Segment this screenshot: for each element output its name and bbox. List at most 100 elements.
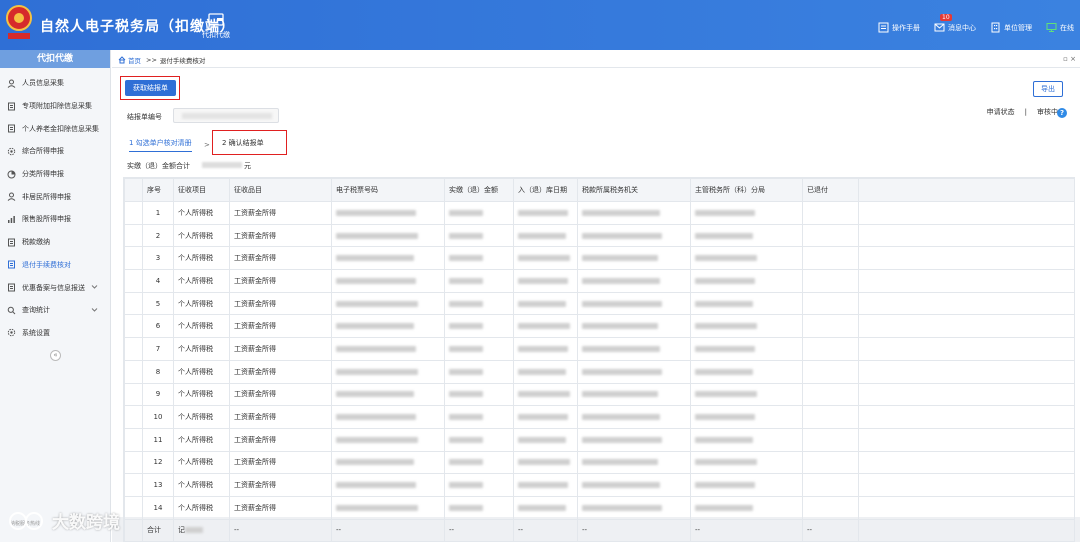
manual-button[interactable]: 操作手册 [878, 22, 920, 33]
online-status-button[interactable]: 在线 [1046, 22, 1074, 33]
sidebar-item-classified-income[interactable]: 分类所得申报 [0, 163, 110, 186]
table-row[interactable]: 11 个人所得税 工资薪金所得 [124, 427, 1074, 452]
table-row[interactable]: 6 个人所得税 工资薪金所得 [124, 314, 1074, 339]
sidebar-item-preferential-filing[interactable]: 优惠备案与信息报送 [0, 276, 110, 299]
cell-no: 14 [142, 495, 174, 520]
breadcrumb-home-link[interactable]: 首页 [128, 55, 141, 65]
row-checkbox-cell[interactable] [124, 450, 143, 475]
cell-no: 13 [142, 473, 174, 497]
redacted-value [582, 255, 658, 262]
cell-date [513, 269, 578, 293]
home-icon[interactable] [118, 55, 126, 64]
cell-tax-authority [577, 201, 691, 225]
row-checkbox-cell[interactable] [124, 359, 143, 384]
sidebar-item-query-statistics[interactable]: 查询统计 [0, 299, 110, 322]
table-row[interactable]: 8 个人所得税 工资薪金所得 [124, 359, 1074, 384]
row-checkbox-cell[interactable] [124, 201, 143, 225]
unit-management-label: 单位管理 [1004, 23, 1032, 32]
row-checkbox-cell[interactable] [124, 314, 143, 339]
row-checkbox-cell[interactable] [124, 246, 143, 271]
cell-amount [444, 246, 514, 271]
cell-amount [444, 201, 514, 225]
cell-amount [444, 495, 514, 520]
sidebar-item-pension-deduction[interactable]: 个人养老金扣除信息采集 [0, 117, 110, 140]
cell-amount [444, 427, 514, 452]
col-amount: 实缴（退）金额 [444, 178, 514, 202]
table-row[interactable]: 3 个人所得税 工资薪金所得 [124, 246, 1074, 271]
redacted-value [449, 255, 483, 262]
cell-date [513, 405, 578, 429]
table-row[interactable]: 10 个人所得税 工资薪金所得 [124, 405, 1074, 429]
list-icon [8, 260, 15, 269]
chevron-down-icon [91, 285, 98, 289]
redacted-value [582, 323, 658, 330]
sidebar-item-restricted-stock[interactable]: 限售股所得申报 [0, 208, 110, 231]
fetch-report-button[interactable]: 获取结报单 [125, 80, 176, 96]
redacted-value [449, 345, 483, 352]
sidebar-collapse-button[interactable]: « [50, 350, 61, 361]
cell-ticket [331, 223, 445, 248]
help-icon[interactable]: ? [1057, 108, 1067, 118]
row-checkbox-cell[interactable] [124, 473, 143, 497]
message-center-button[interactable]: 10 消息中心 [934, 14, 976, 33]
table-row[interactable]: 9 个人所得税 工资薪金所得 [124, 382, 1074, 407]
export-button[interactable]: 导出 [1033, 81, 1063, 97]
row-checkbox-cell[interactable] [124, 427, 143, 452]
unit-management-button[interactable]: 单位管理 [990, 22, 1032, 33]
sidebar-item-tax-payment[interactable]: 税款缴纳 [0, 231, 110, 254]
table-row[interactable]: 13 个人所得税 工资薪金所得 [124, 473, 1074, 497]
redacted-value [336, 300, 418, 307]
cell-sub: 工资薪金所得 [229, 246, 332, 271]
cell-empty [858, 269, 1074, 293]
tab-withholding[interactable]: 代扣代缴 [198, 12, 234, 40]
redacted-value [695, 232, 753, 239]
col-item: 征收项目 [173, 178, 230, 202]
breadcrumb-separator: >> [146, 55, 157, 64]
row-checkbox-cell[interactable] [124, 269, 143, 293]
row-checkbox-cell[interactable] [124, 382, 143, 407]
row-checkbox-cell[interactable] [124, 291, 143, 316]
row-checkbox-cell[interactable] [124, 223, 143, 248]
sidebar-item-special-deduction[interactable]: 专项附加扣除信息采集 [0, 95, 110, 118]
row-checkbox-cell[interactable] [124, 337, 143, 361]
cell-refunded [802, 314, 859, 339]
table-row[interactable]: 14 个人所得税 工资薪金所得 [124, 495, 1074, 520]
sidebar-item-system-settings[interactable]: 系统设置 [0, 322, 110, 345]
redacted-value [582, 209, 660, 216]
redacted-value [582, 391, 658, 398]
redacted-value [695, 345, 755, 352]
cell-sub: 工资薪金所得 [229, 473, 332, 497]
window-controls[interactable]: ▫ × [1063, 55, 1076, 63]
cell-empty [858, 405, 1074, 429]
cell-refunded [802, 473, 859, 497]
table-row[interactable]: 12 个人所得税 工资薪金所得 [124, 450, 1074, 475]
redacted-value [336, 368, 418, 375]
cell-item: 个人所得税 [173, 495, 230, 520]
cell-branch [690, 427, 803, 452]
cell-ticket [331, 382, 445, 407]
sidebar-item-nonresident-income[interactable]: 非居民所得申报 [0, 185, 110, 208]
cell-item: 个人所得税 [173, 405, 230, 429]
row-checkbox-cell[interactable] [124, 405, 143, 429]
cell-no: 10 [142, 405, 174, 429]
redacted-value [518, 255, 570, 262]
redacted-value [518, 504, 566, 511]
sidebar-item-personnel[interactable]: 人员信息采集 [0, 72, 110, 95]
table-row[interactable]: 5 个人所得税 工资薪金所得 [124, 291, 1074, 316]
cell-empty [858, 473, 1074, 497]
table-row[interactable]: 2 个人所得税 工资薪金所得 [124, 223, 1074, 248]
document-icon [8, 283, 15, 292]
cell-tax-authority [577, 291, 691, 316]
table-row[interactable]: 7 个人所得税 工资薪金所得 [124, 337, 1074, 361]
step-1-tab[interactable]: 1 勾选单户核对清册 [129, 138, 192, 152]
row-checkbox-cell[interactable] [124, 495, 143, 520]
redacted-value [695, 414, 755, 421]
cell-tax-authority [577, 359, 691, 384]
report-no-input[interactable] [173, 108, 279, 123]
table-row[interactable]: 1 个人所得税 工资薪金所得 [124, 201, 1074, 225]
cell-sub: 工资薪金所得 [229, 201, 332, 225]
sidebar-item-comprehensive-income[interactable]: 综合所得申报 [0, 140, 110, 163]
step-2-tab[interactable]: 2 确认结报单 [222, 138, 264, 148]
sidebar-item-fee-refund-check[interactable]: 退付手续费核对 [0, 254, 110, 277]
table-row[interactable]: 4 个人所得税 工资薪金所得 [124, 269, 1074, 293]
